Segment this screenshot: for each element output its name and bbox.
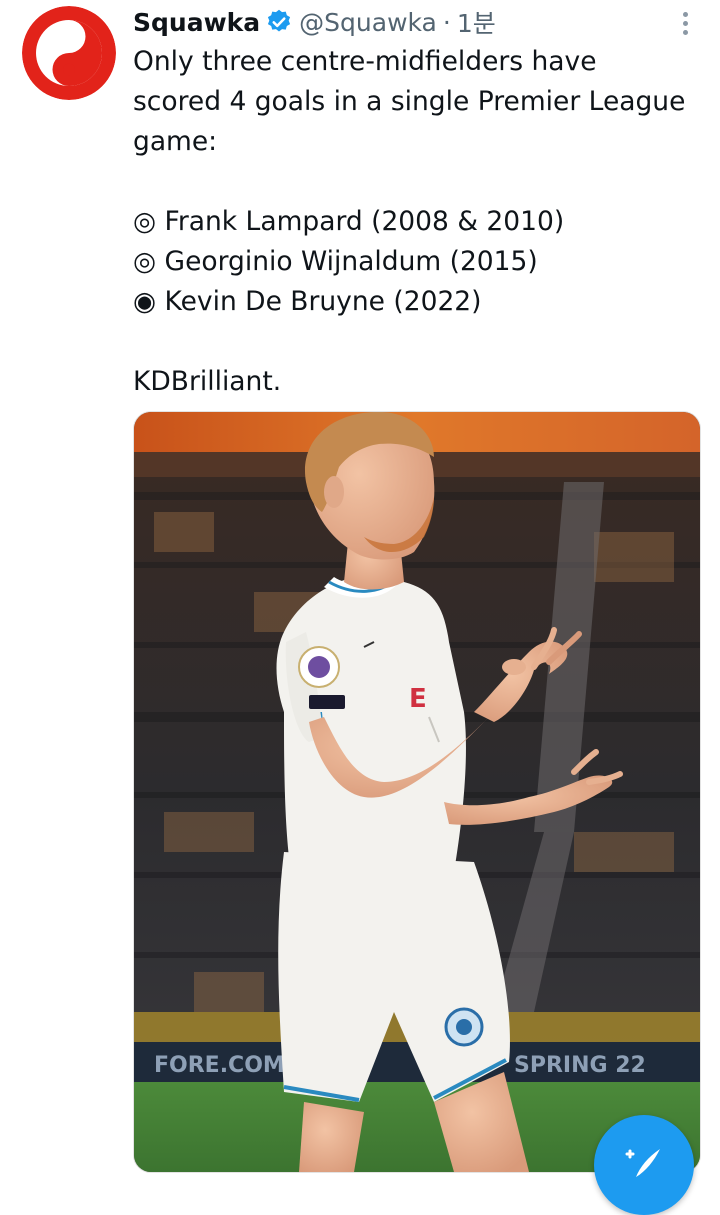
ad-board-text: SPRING 22 [514, 1053, 646, 1078]
tweet-text-line: Only three centre-midfielders have [133, 46, 597, 77]
tweet-media-image[interactable]: FORE.COM SPRING 22 E [133, 411, 701, 1173]
tweet-text: Only three centre-midfielders have score… [133, 42, 703, 402]
separator-dot: · [442, 7, 451, 37]
tweet-header: Squawka @Squawka · 1분 [133, 2, 496, 42]
tweet-text-line: ◎ Frank Lampard (2008 & 2010) [133, 206, 565, 237]
tweet-text-line: game: [133, 126, 218, 157]
tweet-text-spacer [133, 162, 703, 202]
compose-tweet-button[interactable] [594, 1115, 694, 1215]
tweet-text-line: ◉ Kevin De Bruyne (2022) [133, 286, 482, 317]
player-celebration-photo: FORE.COM SPRING 22 E [134, 412, 700, 1172]
avatar[interactable] [22, 6, 116, 100]
tweet-text-line: ◎ Georginio Wijnaldum (2015) [133, 246, 538, 277]
tweet-text-spacer [133, 322, 703, 362]
compose-tweet-icon [625, 1149, 660, 1177]
tweet-text-line: KDBrilliant. [133, 366, 282, 397]
verified-badge-icon [265, 8, 293, 36]
svg-text:E: E [409, 684, 427, 714]
ad-board-text: FORE.COM [154, 1053, 285, 1078]
tweet-text-line: scored 4 goals in a single Premier Leagu… [133, 86, 686, 117]
tweet-timestamp[interactable]: 1분 [457, 4, 496, 40]
author-handle[interactable]: @Squawka [299, 8, 437, 37]
squawka-logo-icon [22, 6, 116, 100]
author-name[interactable]: Squawka [133, 8, 260, 37]
more-options-icon[interactable] [672, 8, 698, 38]
